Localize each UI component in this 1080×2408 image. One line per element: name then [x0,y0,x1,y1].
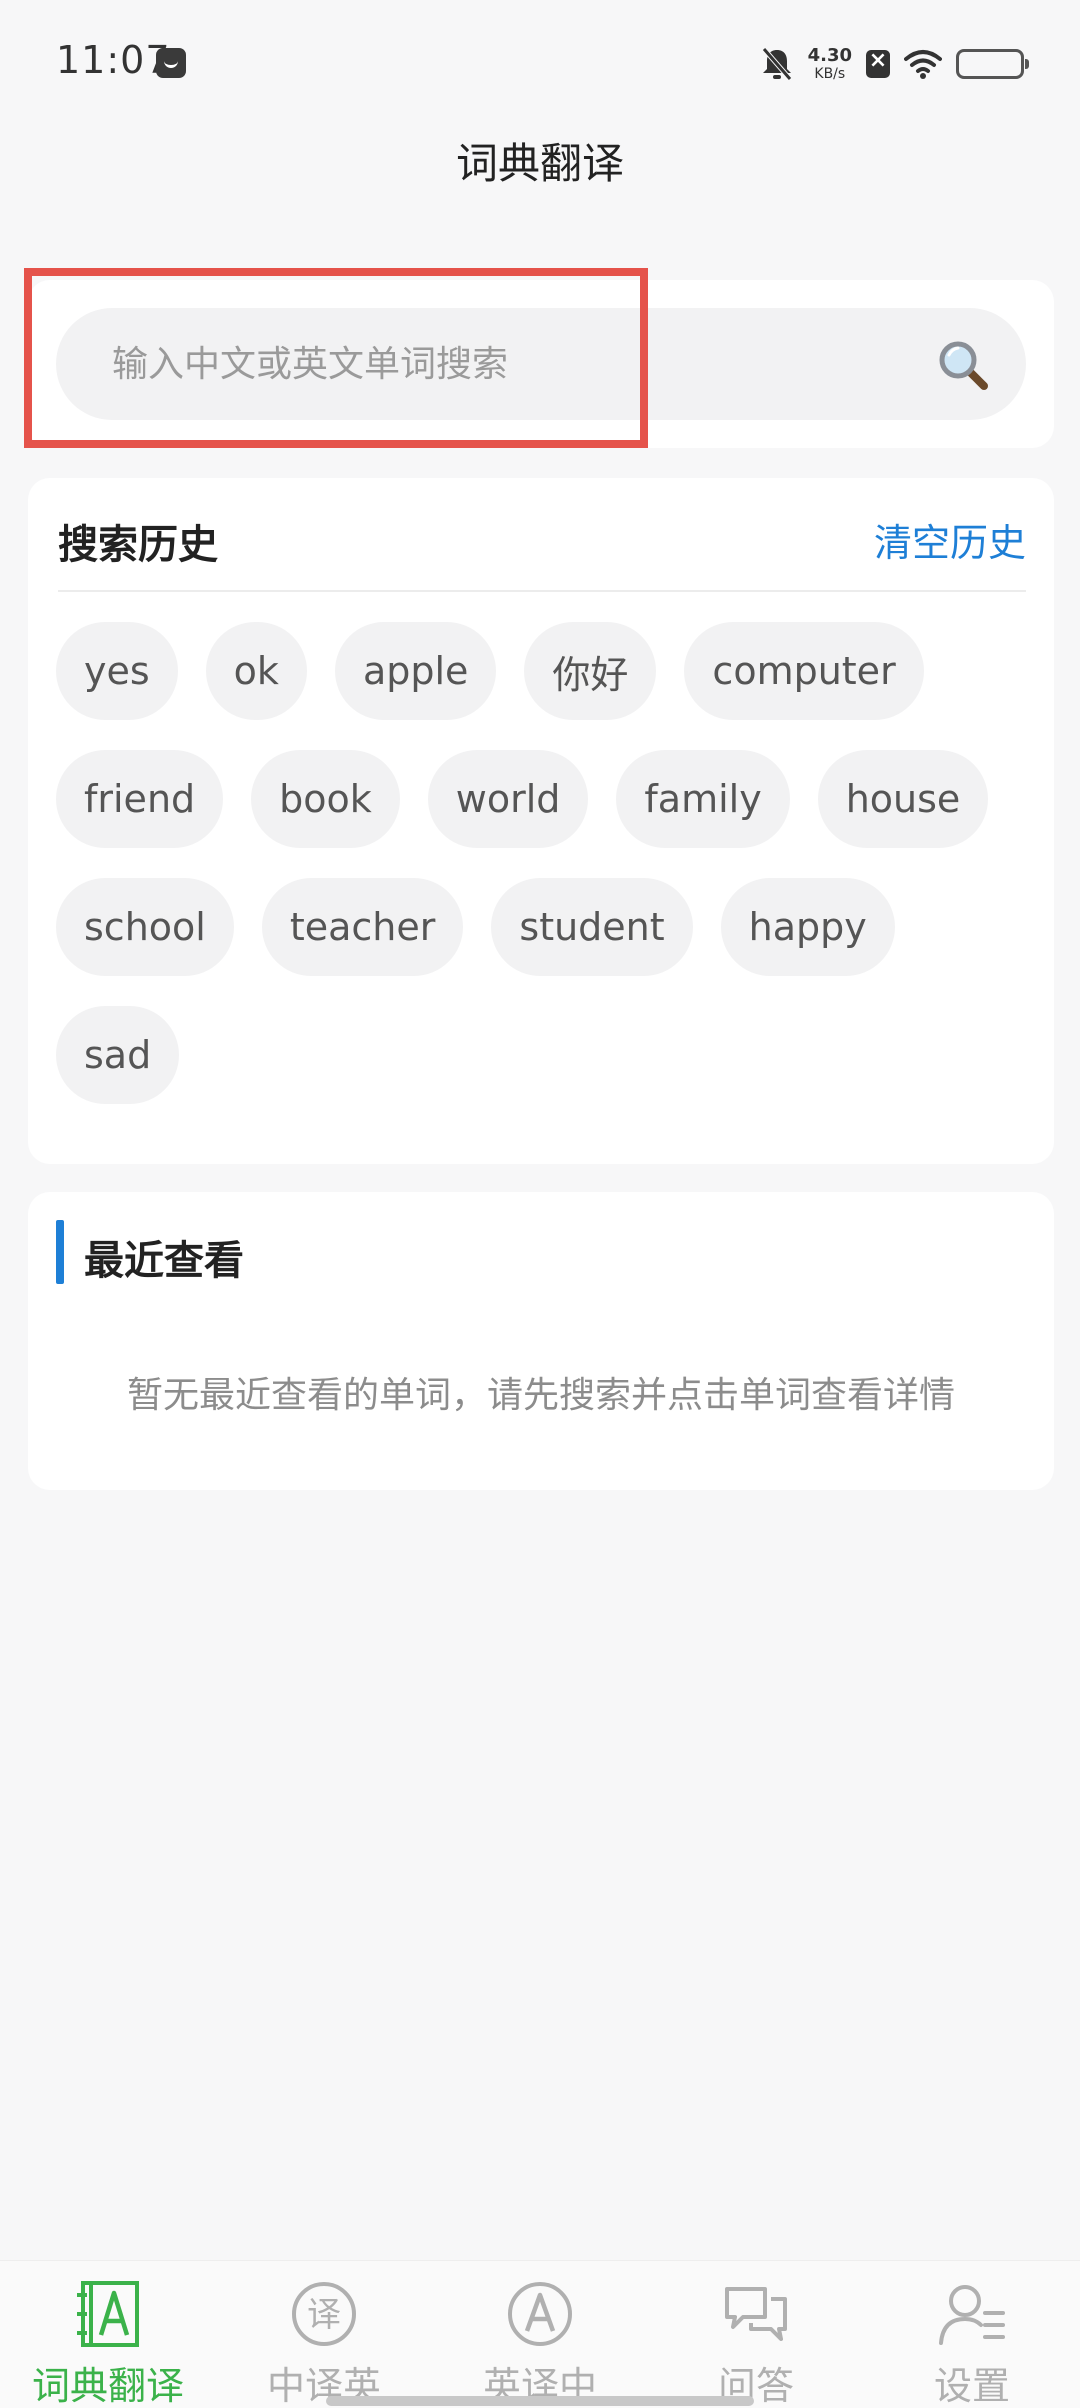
nav-item-settings[interactable]: 设置 [864,2261,1080,2408]
dictionary-icon [73,2279,143,2349]
history-chip[interactable]: 你好 [524,622,657,720]
nav-label: 设置 [933,2364,1010,2408]
page-title: 词典翻译 [455,139,624,188]
history-chip[interactable]: happy [720,878,895,976]
app-notification-icon [156,48,186,78]
search-history-card: 搜索历史 清空历史 yes ok apple 你好 computer frien… [28,478,1054,1164]
history-chip[interactable]: sad [56,1006,180,1104]
clear-history-button[interactable]: 清空历史 [874,512,1026,567]
translate-en-zh-icon [505,2279,575,2349]
history-chip[interactable]: teacher [261,878,464,976]
chat-icon [721,2279,791,2349]
status-bar: 11:07 4.30 KB/s [0,0,1080,120]
recent-card: 最近查看 暂无最近查看的单词，请先搜索并点击单词查看详情 [28,1192,1054,1490]
history-chip[interactable]: yes [56,622,178,720]
status-time: 11:07 [56,38,171,82]
history-chip[interactable]: family [616,750,790,848]
sim-icon [866,48,890,78]
nav-item-qa[interactable]: 问答 [648,2261,864,2408]
history-title: 搜索历史 [58,522,218,568]
nav-item-en-zh[interactable]: 英译中 [432,2261,648,2408]
search-input[interactable] [112,308,872,420]
battery-icon [956,49,1029,79]
network-speed: 4.30 KB/s [807,45,852,82]
screen: 11:07 4.30 KB/s × 词典翻译 输入中文或英文单词搜索 搜索历史 … [0,0,1080,2408]
history-chip[interactable]: computer [684,622,924,720]
svg-text:译: 译 [307,2295,341,2335]
recent-title: 最近查看 [84,1238,244,1284]
nav-item-dictionary[interactable]: 词典翻译 [0,2261,216,2408]
bottom-nav: 词典翻译 译 中译英 英译中 问答 设置 [0,2260,1080,2408]
history-chip[interactable]: book [251,750,400,848]
search-box [56,308,1026,420]
history-chips: yes ok apple 你好 computer friend book wor… [56,622,1036,1104]
recent-accent-bar [56,1220,64,1284]
network-speed-value: 4.30 [807,45,852,66]
history-chip[interactable]: friend [56,750,224,848]
recent-empty-text: 暂无最近查看的单词，请先搜索并点击单词查看详情 [126,1375,955,1416]
search-card [28,280,1054,448]
nav-label: 词典翻译 [31,2364,184,2408]
status-icons: 4.30 KB/s [760,40,1029,88]
home-indicator[interactable] [326,2396,754,2406]
history-divider [58,590,1026,592]
history-chip[interactable]: world [427,750,589,848]
history-chip[interactable]: school [56,878,234,976]
history-chip[interactable]: house [817,750,989,848]
nav-item-zh-en[interactable]: 译 中译英 [216,2261,432,2408]
user-settings-icon [937,2279,1007,2349]
mute-icon [760,46,794,82]
history-chip[interactable]: apple [334,622,497,720]
history-chip[interactable]: ok [205,622,307,720]
network-speed-unit: KB/s [814,66,846,82]
translate-zh-en-icon: 译 [289,2279,359,2349]
history-chip[interactable]: student [491,878,693,976]
wifi-icon [904,49,942,79]
search-icon[interactable] [936,338,990,392]
